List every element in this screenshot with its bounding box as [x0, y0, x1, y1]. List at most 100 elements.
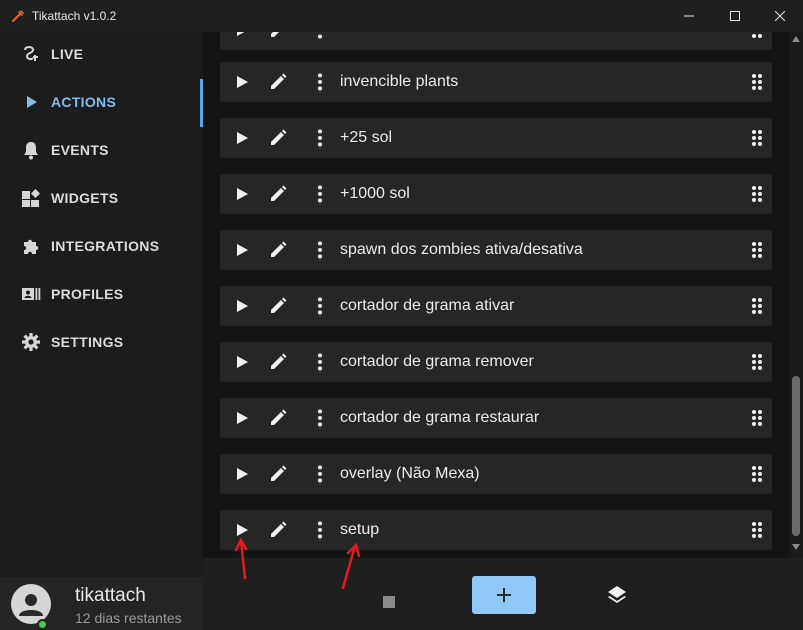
puzzle-icon — [21, 236, 41, 256]
user-panel[interactable]: tikattach 12 dias restantes — [0, 577, 203, 630]
close-icon — [775, 11, 785, 21]
action-row[interactable]: setup — [220, 510, 772, 550]
sidebar-item-live[interactable]: LIVE — [0, 32, 203, 76]
sidebar-item-widgets[interactable]: WIDGETS — [0, 176, 203, 220]
more-vert-icon[interactable] — [310, 32, 330, 40]
play-icon[interactable] — [232, 408, 252, 428]
scroll-down-arrow-icon[interactable] — [792, 544, 800, 550]
maximize-icon — [730, 11, 740, 21]
drag-handle-icon[interactable] — [750, 297, 764, 315]
drag-handle-icon[interactable] — [750, 129, 764, 147]
title-bar: Tikattach v1.0.2 — [0, 0, 803, 32]
sidebar-item-label: EVENTS — [51, 142, 109, 158]
play-icon[interactable] — [232, 520, 252, 540]
sidebar-item-events[interactable]: EVENTS — [0, 128, 203, 172]
sidebar-item-label: SETTINGS — [51, 334, 124, 350]
edit-pencil-icon[interactable] — [268, 352, 288, 372]
live-icon — [21, 44, 41, 64]
drag-handle-icon[interactable] — [750, 73, 764, 91]
play-icon[interactable] — [232, 128, 252, 148]
more-vert-icon[interactable] — [310, 72, 330, 92]
play-icon[interactable] — [232, 72, 252, 92]
drag-handle-icon[interactable] — [750, 241, 764, 259]
more-vert-icon[interactable] — [310, 296, 330, 316]
edit-pencil-icon[interactable] — [268, 408, 288, 428]
play-icon[interactable] — [232, 296, 252, 316]
drag-handle-icon[interactable] — [750, 185, 764, 203]
edit-pencil-icon[interactable] — [268, 296, 288, 316]
more-vert-icon[interactable] — [310, 128, 330, 148]
layers-button[interactable] — [605, 583, 629, 607]
minimize-button[interactable] — [666, 0, 712, 32]
edit-pencil-icon[interactable] — [268, 128, 288, 148]
drag-handle-icon[interactable] — [750, 353, 764, 371]
drag-handle-icon[interactable] — [750, 465, 764, 483]
action-label: invencible plants — [340, 73, 459, 90]
more-vert-icon[interactable] — [310, 520, 330, 540]
edit-pencil-icon[interactable] — [268, 32, 288, 40]
minimize-icon — [684, 15, 694, 17]
action-row[interactable]: cortador de grama ativar — [220, 286, 772, 326]
stop-icon — [383, 596, 395, 608]
action-label: +25 sol — [340, 129, 393, 146]
sidebar: LIVE ACTIONS EVENTS WIDGETS INTEGRATIONS… — [0, 32, 203, 630]
bell-icon — [21, 140, 41, 160]
scroll-up-arrow-icon[interactable] — [792, 36, 800, 42]
window-title: Tikattach v1.0.2 — [32, 9, 117, 23]
id-card-icon — [21, 284, 41, 304]
more-vert-icon[interactable] — [310, 184, 330, 204]
action-row[interactable]: +25 sol — [220, 118, 772, 158]
sidebar-item-label: ACTIONS — [51, 94, 117, 110]
action-row[interactable]: invencible plants — [220, 62, 772, 102]
sidebar-item-integrations[interactable]: INTEGRATIONS — [0, 224, 203, 268]
play-arrow-icon — [21, 92, 41, 112]
action-label: cortador de grama remover — [340, 353, 534, 370]
sidebar-item-profiles[interactable]: PROFILES — [0, 272, 203, 316]
sidebar-item-label: WIDGETS — [51, 190, 119, 206]
actions-panel: invencible plants +25 sol +1000 sol spaw… — [203, 32, 803, 630]
sidebar-item-actions[interactable]: ACTIONS — [0, 80, 203, 124]
sidebar-item-settings[interactable]: SETTINGS — [0, 320, 203, 364]
sidebar-item-label: LIVE — [51, 46, 84, 62]
more-vert-icon[interactable] — [310, 408, 330, 428]
add-action-button[interactable] — [472, 576, 536, 614]
action-label: cortador de grama restaurar — [340, 409, 540, 426]
scrollbar-thumb[interactable] — [792, 376, 800, 536]
edit-pencil-icon[interactable] — [268, 184, 288, 204]
layers-icon — [608, 586, 626, 603]
online-status-dot — [37, 619, 48, 630]
user-name: tikattach — [75, 585, 146, 606]
edit-pencil-icon[interactable] — [268, 464, 288, 484]
maximize-button[interactable] — [712, 0, 758, 32]
play-icon[interactable] — [232, 352, 252, 372]
sidebar-item-label: INTEGRATIONS — [51, 238, 160, 254]
action-label: setup — [340, 521, 380, 538]
action-row[interactable]: spawn dos zombies ativa/desativa — [220, 230, 772, 270]
action-label: +1000 sol — [340, 185, 410, 202]
play-icon[interactable] — [232, 464, 252, 484]
subscription-remaining: 12 dias restantes — [75, 610, 182, 626]
drag-handle-icon[interactable] — [750, 521, 764, 539]
person-icon — [19, 594, 43, 616]
more-vert-icon[interactable] — [310, 352, 330, 372]
action-row[interactable]: cortador de grama restaurar — [220, 398, 772, 438]
play-icon[interactable] — [232, 240, 252, 260]
play-icon[interactable] — [232, 32, 252, 40]
drag-handle-icon[interactable] — [750, 32, 764, 39]
sidebar-item-label: PROFILES — [51, 286, 124, 302]
edit-pencil-icon[interactable] — [268, 520, 288, 540]
action-row[interactable]: +1000 sol — [220, 174, 772, 214]
avatar[interactable] — [11, 584, 51, 624]
action-row[interactable]: cortador de grama remover — [220, 342, 772, 382]
play-icon[interactable] — [232, 184, 252, 204]
edit-pencil-icon[interactable] — [268, 240, 288, 260]
close-button[interactable] — [757, 0, 803, 32]
action-row[interactable] — [220, 32, 772, 50]
drag-handle-icon[interactable] — [750, 409, 764, 427]
more-vert-icon[interactable] — [310, 240, 330, 260]
more-vert-icon[interactable] — [310, 464, 330, 484]
edit-pencil-icon[interactable] — [268, 72, 288, 92]
stop-button[interactable] — [375, 588, 403, 616]
scrollbar[interactable] — [789, 32, 803, 558]
action-row[interactable]: overlay (Não Mexa) — [220, 454, 772, 494]
